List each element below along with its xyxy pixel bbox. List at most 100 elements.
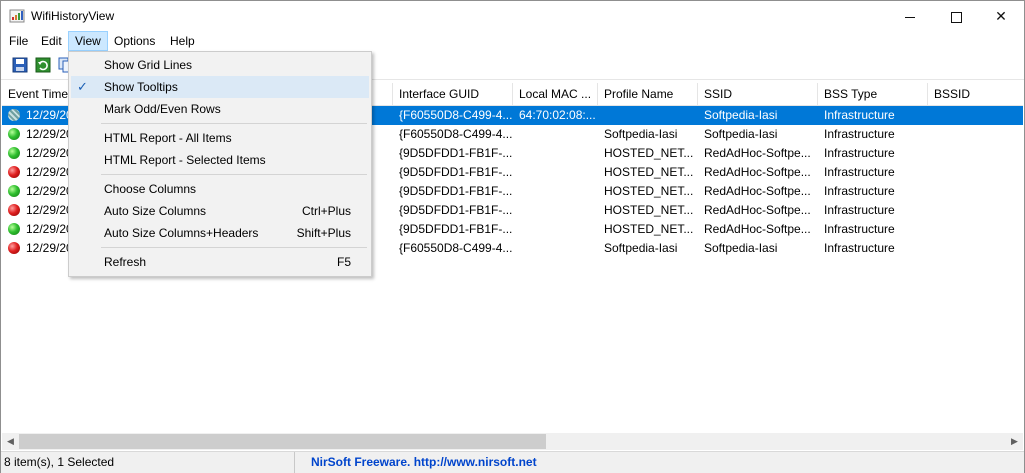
status-count: 8 item(s), 1 Selected [4,452,295,473]
table-cell [513,239,598,258]
table-cell: {F60550D8-C499-4... [399,108,513,122]
menu-item-mark-odd-even-rows[interactable]: Mark Odd/Even Rows [71,98,369,120]
menu-separator [101,247,367,248]
table-cell [928,125,1023,144]
menu-item-show-grid-lines[interactable]: Show Grid Lines [71,54,369,76]
menu-view[interactable]: View [68,31,108,51]
menu-options[interactable]: Options [108,31,161,51]
status-bar: 8 item(s), 1 Selected NirSoft Freeware. … [1,451,1024,473]
menu-item-shortcut: Ctrl+Plus [301,204,351,218]
table-cell [928,106,1023,125]
menu-item-label: Refresh [104,255,147,269]
menu-item-auto-size-columns[interactable]: Auto Size Columns Ctrl+Plus [71,200,369,222]
table-cell [928,220,1023,239]
minimize-icon [905,16,915,18]
table-cell: Infrastructure [824,146,895,160]
menu-item-label: Show Tooltips [104,80,178,94]
table-cell: {F60550D8-C499-4... [399,241,513,255]
close-icon: ✕ [995,8,1007,24]
save-icon[interactable] [11,56,29,74]
wifi-app-icon [9,9,25,23]
menu-item-label: Auto Size Columns+Headers [104,226,259,240]
table-cell [928,201,1023,220]
maximize-icon [950,11,962,23]
table-cell: Infrastructure [824,241,895,255]
menu-separator [101,174,367,175]
table-cell: Softpedia-Iasi [604,241,678,255]
menu-item-shortcut: Shift+Plus [296,226,351,240]
table-cell: Softpedia-Iasi [604,127,678,141]
horizontal-scrollbar[interactable]: ◀ ▶ [2,433,1023,450]
table-cell: Infrastructure [824,165,895,179]
status-green-icon [8,185,20,197]
table-cell [513,201,598,220]
minimize-button[interactable] [887,1,933,31]
table-cell: {9D5DFDD1-FB1F-... [399,222,513,236]
menu-item-auto-size-columns-headers[interactable]: Auto Size Columns+Headers Shift+Plus [71,222,369,244]
refresh-icon[interactable] [34,56,52,74]
table-cell [598,106,698,125]
table-cell: {F60550D8-C499-4... [399,127,513,141]
table-cell: Infrastructure [824,184,895,198]
scroll-thumb[interactable] [19,434,546,449]
menu-item-label: Mark Odd/Even Rows [104,102,221,116]
scroll-right-icon[interactable]: ▶ [1006,433,1023,450]
table-cell: {9D5DFDD1-FB1F-... [399,203,513,217]
title-bar[interactable]: WifiHistoryView ✕ [1,1,1024,31]
column-header-bssid[interactable]: BSSID [928,83,1023,105]
menu-item-show-tooltips[interactable]: ✓ Show Tooltips [71,76,369,98]
menu-separator [101,123,367,124]
column-header-profile-name[interactable]: Profile Name [598,83,698,105]
menu-item-refresh[interactable]: Refresh F5 [71,251,369,273]
table-cell [928,182,1023,201]
menu-item-choose-columns[interactable]: Choose Columns [71,178,369,200]
table-cell: Infrastructure [824,108,895,122]
menu-help[interactable]: Help [164,31,201,51]
menu-item-html-report-all[interactable]: HTML Report - All Items [71,127,369,149]
table-cell [928,144,1023,163]
scroll-left-icon[interactable]: ◀ [2,433,19,450]
status-green-icon [8,223,20,235]
table-cell [513,220,598,239]
app-window: WifiHistoryView ✕ File Edit View Options… [0,0,1025,473]
table-cell [513,144,598,163]
table-cell: RedAdHoc-Softpe... [704,184,811,198]
view-menu-dropdown: Show Grid Lines ✓ Show Tooltips Mark Odd… [68,51,372,277]
status-hatched-icon [8,109,20,121]
table-cell: {9D5DFDD1-FB1F-... [399,146,513,160]
status-green-icon [8,128,20,140]
menu-item-label: HTML Report - All Items [104,131,232,145]
menu-item-html-report-selected[interactable]: HTML Report - Selected Items [71,149,369,171]
table-cell: Softpedia-Iasi [704,241,778,255]
column-header-local-mac[interactable]: Local MAC ... [513,83,598,105]
table-cell [513,163,598,182]
menu-item-shortcut: F5 [336,255,351,269]
menu-item-label: Auto Size Columns [104,204,207,218]
column-header-bss-type[interactable]: BSS Type [818,83,928,105]
status-green-icon [8,147,20,159]
table-cell: RedAdHoc-Softpe... [704,165,811,179]
close-button[interactable]: ✕ [978,1,1024,31]
status-red-icon [8,204,20,216]
checkmark-icon: ✓ [77,79,88,94]
menu-bar: File Edit View Options Help [1,31,1024,52]
table-cell: Softpedia-Iasi [704,127,778,141]
table-cell [928,163,1023,182]
column-header-ssid[interactable]: SSID [698,83,818,105]
maximize-button[interactable] [933,1,979,31]
menu-item-label: Choose Columns [104,182,197,196]
table-cell: {9D5DFDD1-FB1F-... [399,184,513,198]
column-header-interface-guid[interactable]: Interface GUID [393,83,513,105]
nirsoft-link[interactable]: NirSoft Freeware. http://www.nirsoft.net [311,452,537,473]
table-cell: {9D5DFDD1-FB1F-... [399,165,513,179]
table-cell: RedAdHoc-Softpe... [704,222,811,236]
table-cell [513,125,598,144]
menu-item-label: Show Grid Lines [104,58,193,72]
table-cell: RedAdHoc-Softpe... [704,146,811,160]
menu-file[interactable]: File [3,31,34,51]
status-red-icon [8,242,20,254]
table-cell: RedAdHoc-Softpe... [704,203,811,217]
table-cell: HOSTED_NET... [604,203,694,217]
table-cell: HOSTED_NET... [604,184,694,198]
menu-edit[interactable]: Edit [35,31,68,51]
